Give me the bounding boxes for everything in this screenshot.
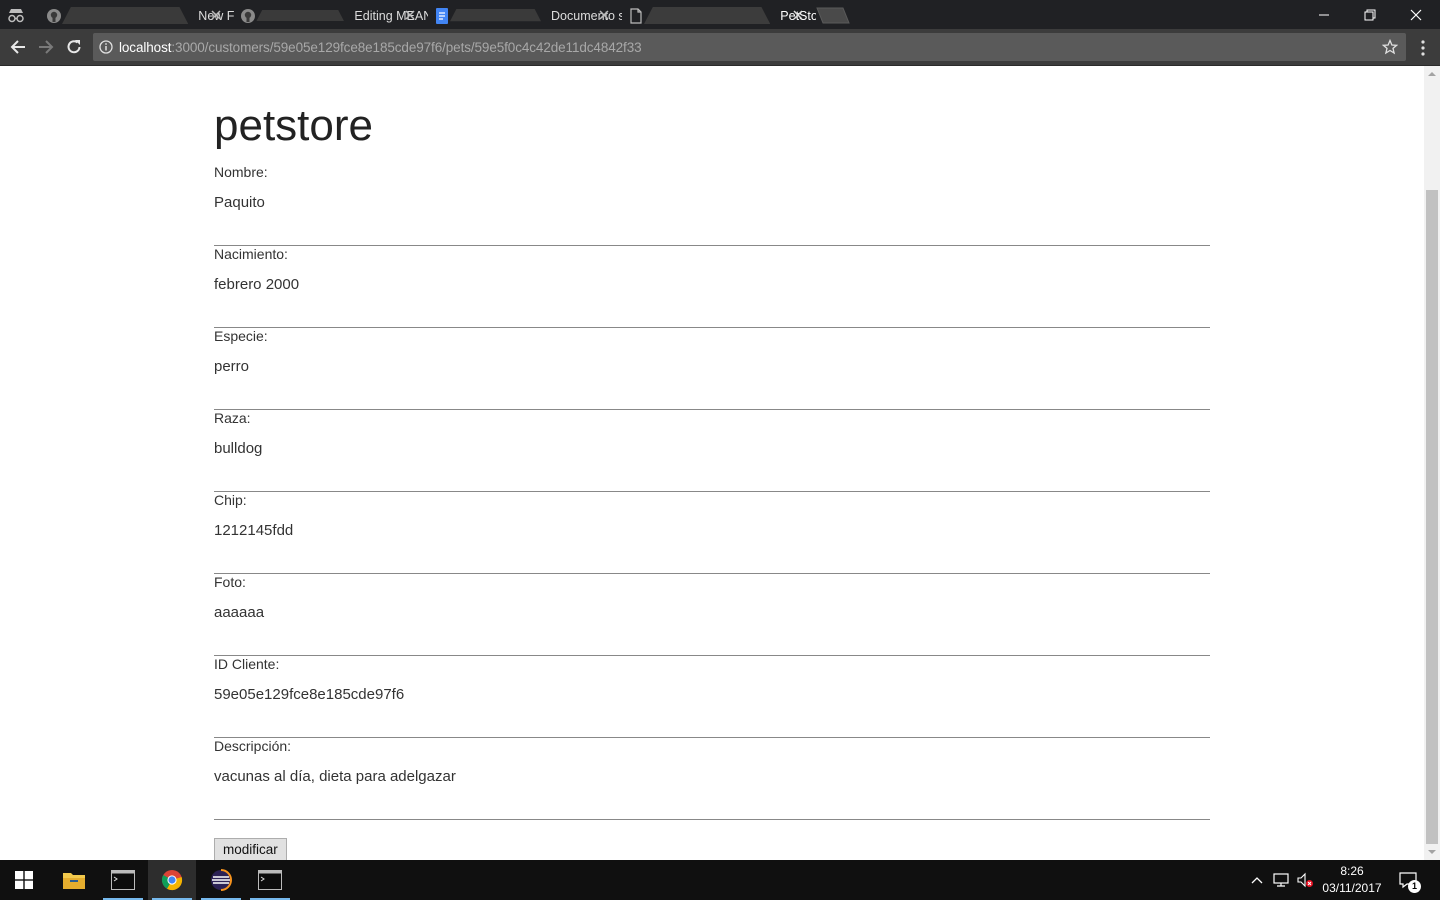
field-label: Descripción: xyxy=(214,738,292,754)
field-value[interactable]: aaaaaa xyxy=(214,604,264,621)
terminal-app-button-2[interactable] xyxy=(246,860,294,900)
page-title: petstore xyxy=(214,101,373,150)
close-icon xyxy=(1410,9,1422,20)
new-tab-button[interactable] xyxy=(816,7,850,24)
page-viewport: petstore Nombre: Paquito Nacimiento: feb… xyxy=(0,66,1424,860)
close-tab-icon[interactable] xyxy=(404,9,416,21)
folder-icon xyxy=(63,873,85,889)
scroll-up-arrow-icon[interactable] xyxy=(1428,70,1436,78)
forward-arrow-icon xyxy=(39,40,54,54)
field-value[interactable]: perro xyxy=(214,358,249,375)
tab-petstore[interactable]: PetStore xyxy=(616,2,816,29)
modificar-button[interactable]: modificar xyxy=(214,838,287,860)
tab-editing-mean-petstore[interactable]: Editing MEAN-PetStore/R xyxy=(228,2,428,29)
field-raza: Raza: bulldog xyxy=(214,410,1210,492)
clock-time: 8:26 xyxy=(1340,864,1364,878)
volume-muted-icon[interactable] xyxy=(1295,870,1315,890)
incognito-icon xyxy=(8,9,24,23)
terminal-app-button[interactable] xyxy=(99,860,147,900)
field-label: Chip: xyxy=(214,492,247,508)
field-nacimiento: Nacimiento: febrero 2000 xyxy=(214,246,1210,328)
minimize-button[interactable] xyxy=(1301,0,1347,29)
eclipse-icon xyxy=(211,869,232,891)
file-explorer-button[interactable] xyxy=(50,860,98,900)
url-host: localhost xyxy=(119,40,172,55)
field-descripcion: Descripción: vacunas al día, dieta para … xyxy=(214,738,1210,820)
network-icon[interactable] xyxy=(1271,870,1291,890)
chrome-app-button[interactable] xyxy=(148,860,196,900)
address-bar[interactable]: localhost:3000/customers/59e05e129fce8e1… xyxy=(93,33,1406,61)
browser-toolbar: localhost:3000/customers/59e05e129fce8e1… xyxy=(0,29,1440,66)
field-foto: Foto: aaaaaa xyxy=(214,574,1210,656)
field-value[interactable]: bulldog xyxy=(214,440,262,457)
field-value[interactable]: febrero 2000 xyxy=(214,276,299,293)
scrollbar-thumb[interactable] xyxy=(1426,190,1438,844)
tab-title: Editing MEAN-PetStore/R xyxy=(354,8,428,23)
forward-button[interactable] xyxy=(35,36,57,58)
system-clock[interactable]: 8:26 03/11/2017 xyxy=(1316,863,1388,897)
reload-icon xyxy=(67,40,81,54)
field-label: Foto: xyxy=(214,574,246,590)
url-path: :3000/customers/59e05e129fce8e185cde97f6… xyxy=(171,40,642,55)
tab-new-file[interactable]: New File xyxy=(34,2,234,29)
field-especie: Especie: perro xyxy=(214,328,1210,410)
close-window-button[interactable] xyxy=(1393,0,1439,29)
field-nombre: Nombre: Paquito xyxy=(214,164,1210,246)
field-label: Nacimiento: xyxy=(214,246,288,262)
tab-title: Documento sin título - D xyxy=(551,8,622,23)
field-label: Nombre: xyxy=(214,164,268,180)
windows-logo-icon xyxy=(15,871,33,889)
github-icon xyxy=(47,9,61,23)
field-label: ID Cliente: xyxy=(214,656,280,672)
field-id-cliente: ID Cliente: 59e05e129fce8e185cde97f6 xyxy=(214,656,1210,738)
clock-date: 03/11/2017 xyxy=(1322,881,1382,895)
notification-count-badge: 1 xyxy=(1408,880,1421,893)
field-value[interactable]: Paquito xyxy=(214,194,265,211)
field-value[interactable]: 1212145fdd xyxy=(214,522,293,539)
reload-button[interactable] xyxy=(63,36,85,58)
back-button[interactable] xyxy=(7,36,29,58)
kebab-menu-icon[interactable] xyxy=(1413,38,1433,58)
scroll-down-arrow-icon[interactable] xyxy=(1428,848,1436,856)
windows-taskbar: 8:26 03/11/2017 1 xyxy=(0,860,1440,900)
chrome-icon xyxy=(161,870,183,891)
field-label: Especie: xyxy=(214,328,268,344)
minimize-icon xyxy=(1319,14,1329,15)
info-icon[interactable] xyxy=(99,40,113,54)
field-label: Raza: xyxy=(214,410,251,426)
close-tab-icon[interactable] xyxy=(792,9,804,21)
show-hidden-icons-chevron-icon[interactable] xyxy=(1247,870,1267,890)
github-icon xyxy=(241,9,255,23)
close-tab-icon[interactable] xyxy=(598,9,610,21)
restore-button[interactable] xyxy=(1347,0,1393,29)
terminal-icon xyxy=(258,870,282,890)
start-button[interactable] xyxy=(0,860,48,900)
tab-strip: New File Editing MEAN-PetStore/R Documen… xyxy=(0,0,1440,29)
field-value[interactable]: 59e05e129fce8e185cde97f6 xyxy=(214,686,404,703)
restore-icon xyxy=(1364,9,1376,20)
action-center-button[interactable]: 1 xyxy=(1386,860,1430,900)
close-tab-icon[interactable] xyxy=(210,9,222,21)
terminal-icon xyxy=(111,870,135,890)
field-value[interactable]: vacunas al día, dieta para adelgazar xyxy=(214,768,456,785)
field-chip: Chip: 1212145fdd xyxy=(214,492,1210,574)
url-text: localhost:3000/customers/59e05e129fce8e1… xyxy=(119,40,642,55)
back-arrow-icon xyxy=(10,40,25,54)
page-icon xyxy=(630,8,642,24)
eclipse-app-button[interactable] xyxy=(197,860,245,900)
vertical-scrollbar[interactable] xyxy=(1424,66,1440,860)
google-docs-icon xyxy=(436,8,448,24)
bookmark-star-icon[interactable] xyxy=(1382,39,1398,55)
tab-documento-sin-titulo[interactable]: Documento sin título - D xyxy=(422,2,622,29)
